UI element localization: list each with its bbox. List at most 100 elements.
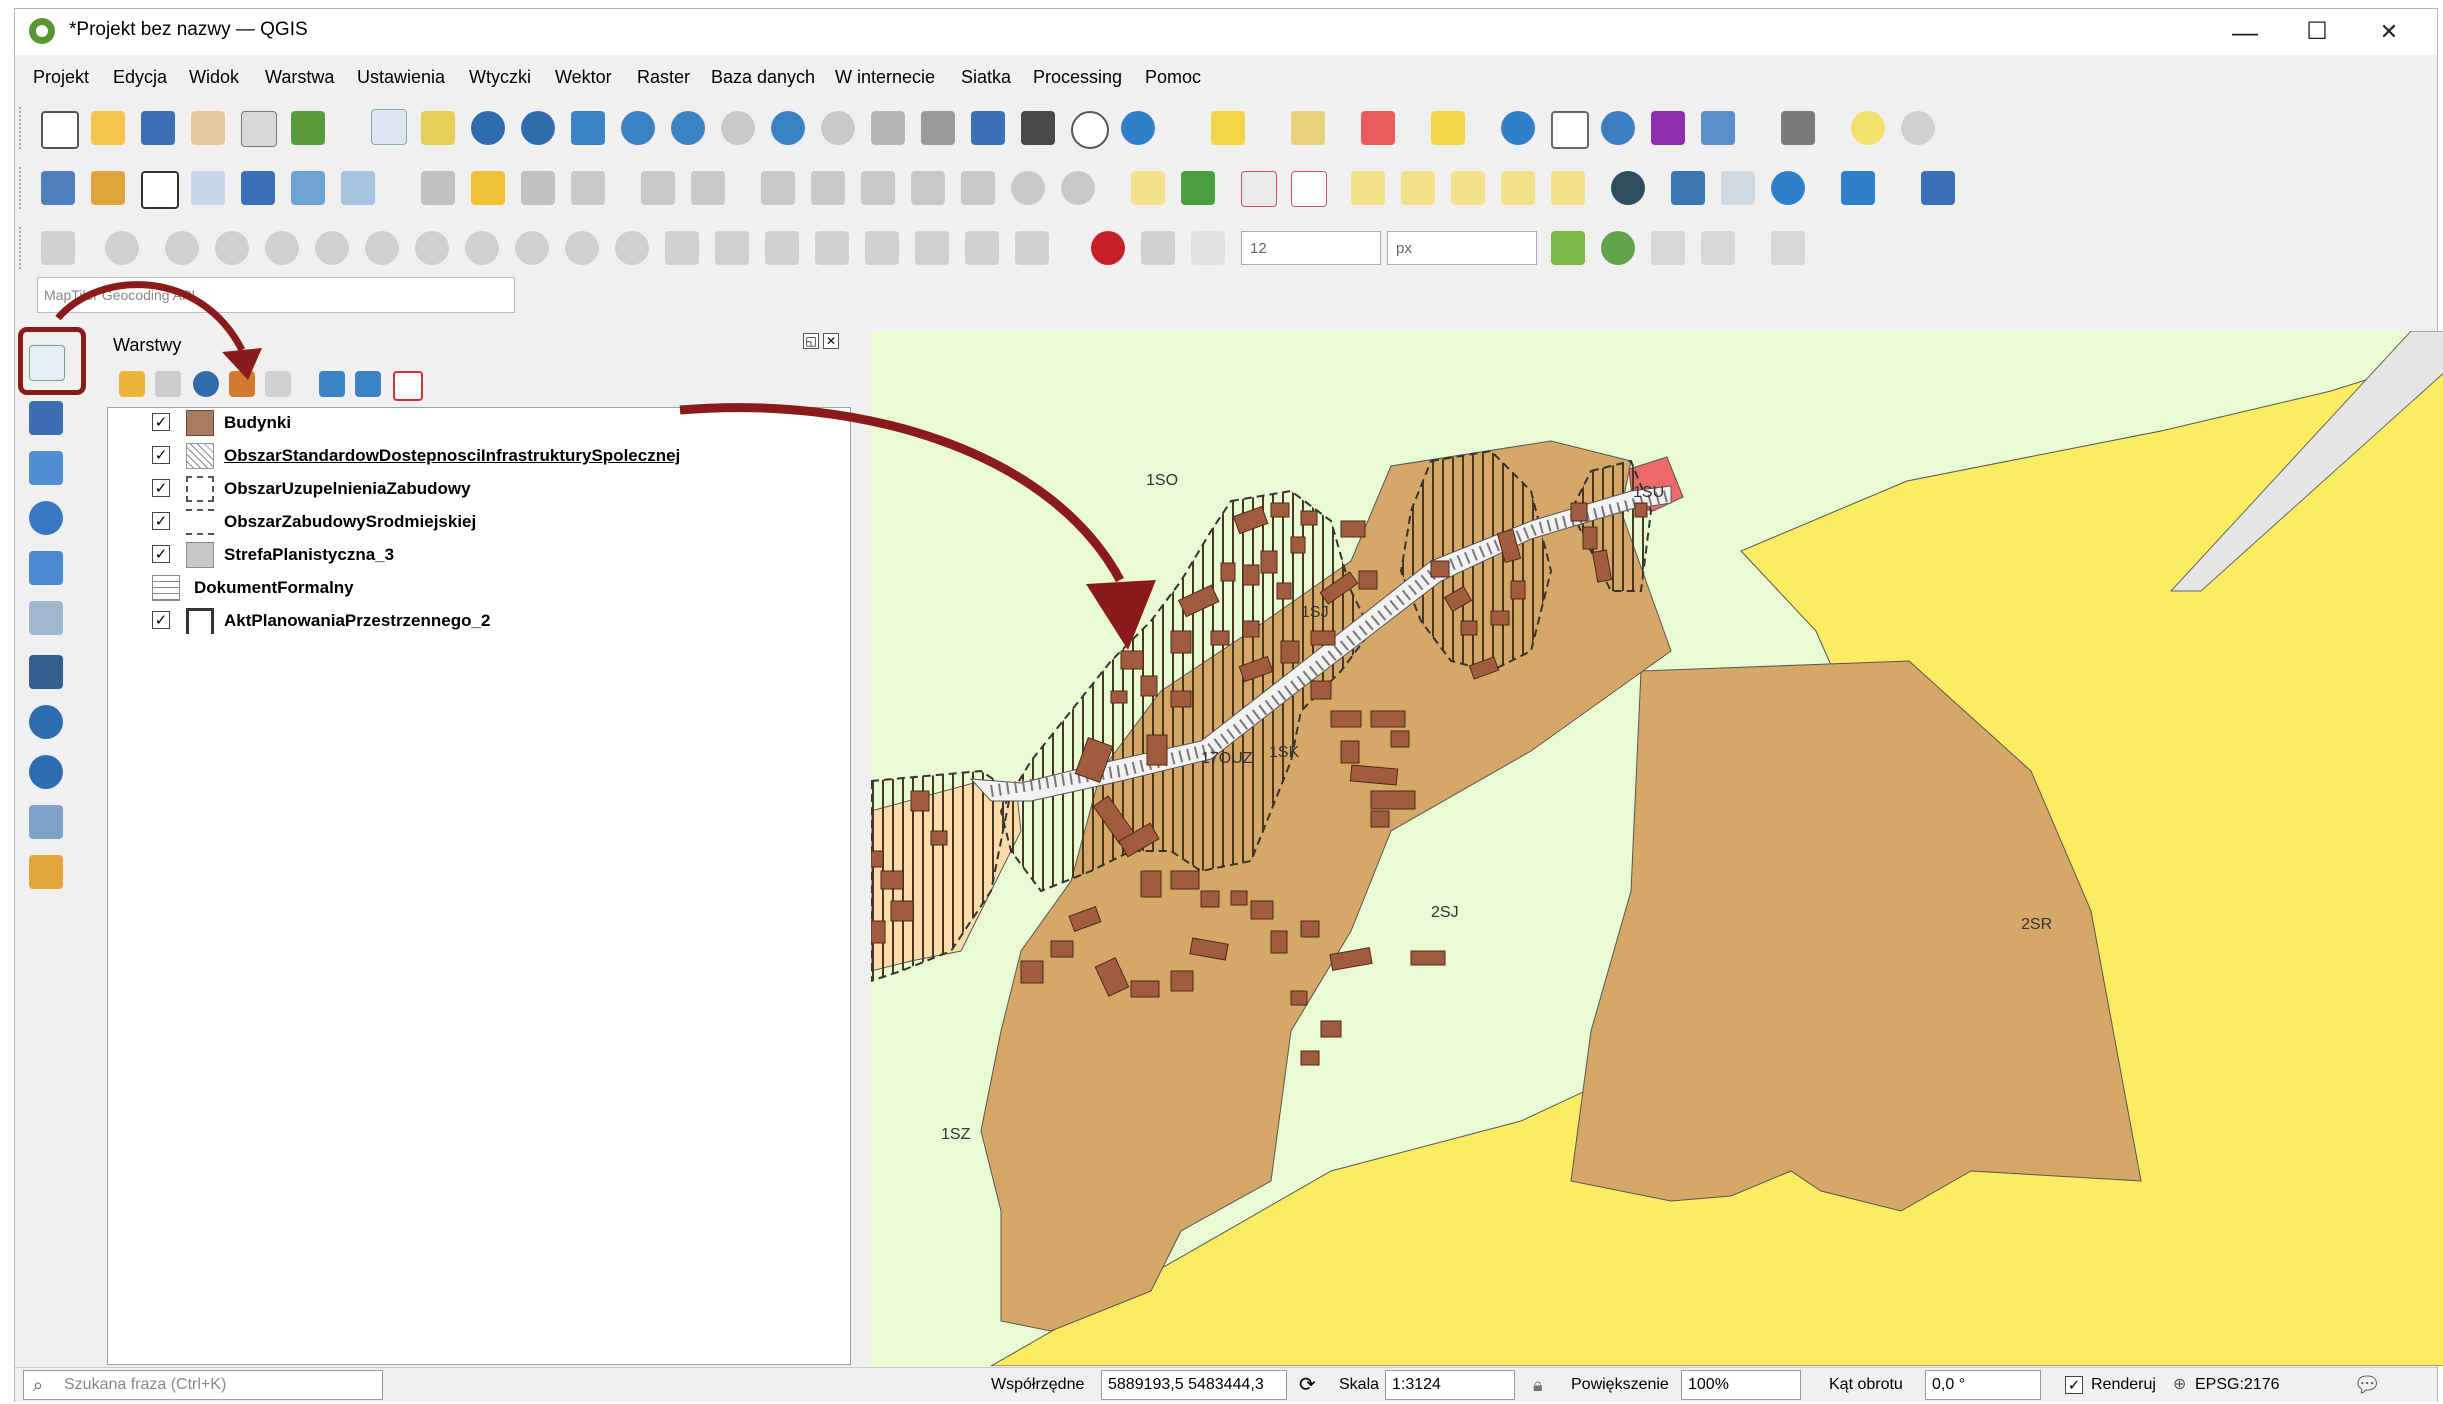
- new-shapefile-icon[interactable]: [141, 171, 179, 209]
- identify-features-icon[interactable]: [1501, 111, 1535, 145]
- add-spatialite-icon[interactable]: [29, 551, 63, 585]
- menu-baza-danych[interactable]: Baza danych: [711, 67, 815, 88]
- menu-ustawienia[interactable]: Ustawienia: [357, 67, 445, 88]
- new-print-layout-icon[interactable]: [191, 111, 225, 145]
- float-panel-icon[interactable]: ◱: [803, 333, 819, 349]
- trim-extend-icon[interactable]: [865, 231, 899, 265]
- toggle-editing-icon[interactable]: [471, 171, 505, 205]
- zoom-native-icon[interactable]: [721, 111, 755, 145]
- filter-expression-icon[interactable]: [265, 371, 291, 397]
- self-snapping-icon[interactable]: [1601, 231, 1635, 265]
- diagram-options-icon[interactable]: [1181, 171, 1215, 205]
- layer-checkbox[interactable]: ✓: [152, 446, 170, 464]
- select-location-icon[interactable]: [1431, 111, 1465, 145]
- show-hide-labels-icon[interactable]: [1351, 171, 1385, 205]
- locator-input[interactable]: MapTiler Geocoding API: [37, 277, 515, 313]
- new-project-icon[interactable]: [41, 111, 79, 149]
- pan-icon[interactable]: [371, 109, 407, 145]
- toolbar-grip[interactable]: [19, 167, 27, 209]
- merge-attributes-icon[interactable]: [615, 231, 649, 265]
- layer-row[interactable]: ✓ ObszarZabudowySrodmiejskiej: [108, 507, 850, 539]
- split-parts-icon[interactable]: [515, 231, 549, 265]
- digitize-line-icon[interactable]: [571, 171, 605, 205]
- zoom-full-icon[interactable]: [571, 111, 605, 145]
- plugin-tool-icon[interactable]: [1721, 171, 1755, 205]
- layer-row[interactable]: ✓ ObszarUzupelnieniaZabudowy: [108, 474, 850, 506]
- rotate-feature-icon[interactable]: [965, 231, 999, 265]
- locate-icon[interactable]: [1901, 111, 1935, 145]
- refresh-icon[interactable]: [1121, 111, 1155, 145]
- add-wfs-icon[interactable]: [29, 755, 63, 789]
- new-virtual-layer-icon[interactable]: [341, 171, 375, 205]
- close-panel-icon[interactable]: ✕: [823, 333, 839, 349]
- snapping-mode-icon[interactable]: [1141, 231, 1175, 265]
- toolbox-icon[interactable]: [1601, 111, 1635, 145]
- add-raster-layer-icon[interactable]: [29, 401, 63, 435]
- messages-icon[interactable]: 💬︎: [2353, 1368, 2381, 1402]
- add-feature-icon[interactable]: [641, 171, 675, 205]
- toggle-extents-icon[interactable]: ⟳: [1299, 1368, 1316, 1402]
- delete-selected-icon[interactable]: [811, 171, 845, 205]
- preview-label-icon[interactable]: [1401, 171, 1435, 205]
- change-label-icon[interactable]: [1551, 171, 1585, 205]
- data-source-manager-icon[interactable]: [41, 171, 75, 205]
- new-geopackage-icon[interactable]: [91, 171, 125, 205]
- show-bookmarks-icon[interactable]: [1021, 111, 1055, 145]
- add-geopackage-icon[interactable]: [29, 855, 63, 889]
- merge-features-icon[interactable]: [565, 231, 599, 265]
- expand-all-icon[interactable]: [319, 371, 345, 397]
- open-project-icon[interactable]: [91, 111, 125, 145]
- new-temporary-layer-icon[interactable]: [241, 171, 275, 205]
- render-checkbox[interactable]: ✓: [2065, 1376, 2083, 1394]
- topological-editing-icon[interactable]: [1551, 231, 1585, 265]
- layer-row[interactable]: DokumentFormalny: [108, 573, 850, 605]
- manage-map-themes-icon[interactable]: [193, 371, 219, 397]
- highlight-pinned-labels-icon[interactable]: [1291, 171, 1327, 207]
- open-layer-styling-icon[interactable]: [119, 371, 145, 397]
- reshape-icon[interactable]: [365, 231, 399, 265]
- scale-select[interactable]: 1:3124: [1385, 1370, 1515, 1400]
- layer-row[interactable]: ✓ StrefaPlanistyczna_3: [108, 540, 850, 572]
- layer-row[interactable]: ✓ ObszarStandardowDostepnosciInfrastrukt…: [108, 441, 850, 473]
- close-button[interactable]: ✕: [2359, 15, 2419, 49]
- split-features-icon[interactable]: [465, 231, 499, 265]
- help-icon[interactable]: [1921, 171, 1955, 205]
- advanced-digitize-icon[interactable]: [41, 231, 75, 265]
- snapping-unit-select[interactable]: px: [1387, 231, 1537, 265]
- open-field-calc-icon[interactable]: [1701, 111, 1735, 145]
- add-wcs-icon[interactable]: [29, 805, 63, 839]
- cut-icon[interactable]: [861, 171, 895, 205]
- vertex-tool-icon[interactable]: [691, 171, 725, 205]
- menu-projekt[interactable]: Projekt: [33, 67, 89, 88]
- pin-labels-icon[interactable]: [1241, 171, 1277, 207]
- layout-manager-icon[interactable]: [241, 111, 277, 147]
- add-virtual-layer-icon[interactable]: [29, 601, 63, 635]
- menu-edycja[interactable]: Edycja: [113, 67, 167, 88]
- search-field[interactable]: Szukana fraza (Ctrl+K): [23, 1370, 383, 1400]
- add-wms-icon[interactable]: [29, 705, 63, 739]
- undo-icon[interactable]: [1011, 171, 1045, 205]
- collapse-all-icon[interactable]: [355, 371, 381, 397]
- menu-processing[interactable]: Processing: [1033, 67, 1122, 88]
- statistics-icon[interactable]: [1651, 111, 1685, 145]
- add-ring-icon[interactable]: [105, 231, 139, 265]
- map-canvas[interactable]: 1SO 1SU 1SJ 1SK 17OUZ 2SJ 2SR 1SZ: [871, 331, 2443, 1366]
- zoom-next-icon[interactable]: [821, 111, 855, 145]
- delete-ring-icon[interactable]: [265, 231, 299, 265]
- crs-button[interactable]: EPSG:2176: [2195, 1368, 2280, 1402]
- zoom-to-layer-icon[interactable]: [671, 111, 705, 145]
- offset-curve-icon[interactable]: [415, 231, 449, 265]
- fill-ring-icon[interactable]: [165, 231, 199, 265]
- delete-part-icon[interactable]: [315, 231, 349, 265]
- zoom-in-icon[interactable]: [471, 111, 505, 145]
- zoom-out-icon[interactable]: [521, 111, 555, 145]
- plugin-globe-icon[interactable]: [1611, 171, 1645, 205]
- simplify-icon[interactable]: [765, 231, 799, 265]
- attribute-table-icon[interactable]: [1551, 111, 1589, 149]
- menu-widok[interactable]: Widok: [189, 67, 239, 88]
- menu-pomoc[interactable]: Pomoc: [1145, 67, 1201, 88]
- redo-icon[interactable]: [1061, 171, 1095, 205]
- new-spatialite-icon[interactable]: [191, 171, 225, 205]
- reverse-line-icon[interactable]: [815, 231, 849, 265]
- layer-row[interactable]: ✓ Budynki: [108, 408, 850, 440]
